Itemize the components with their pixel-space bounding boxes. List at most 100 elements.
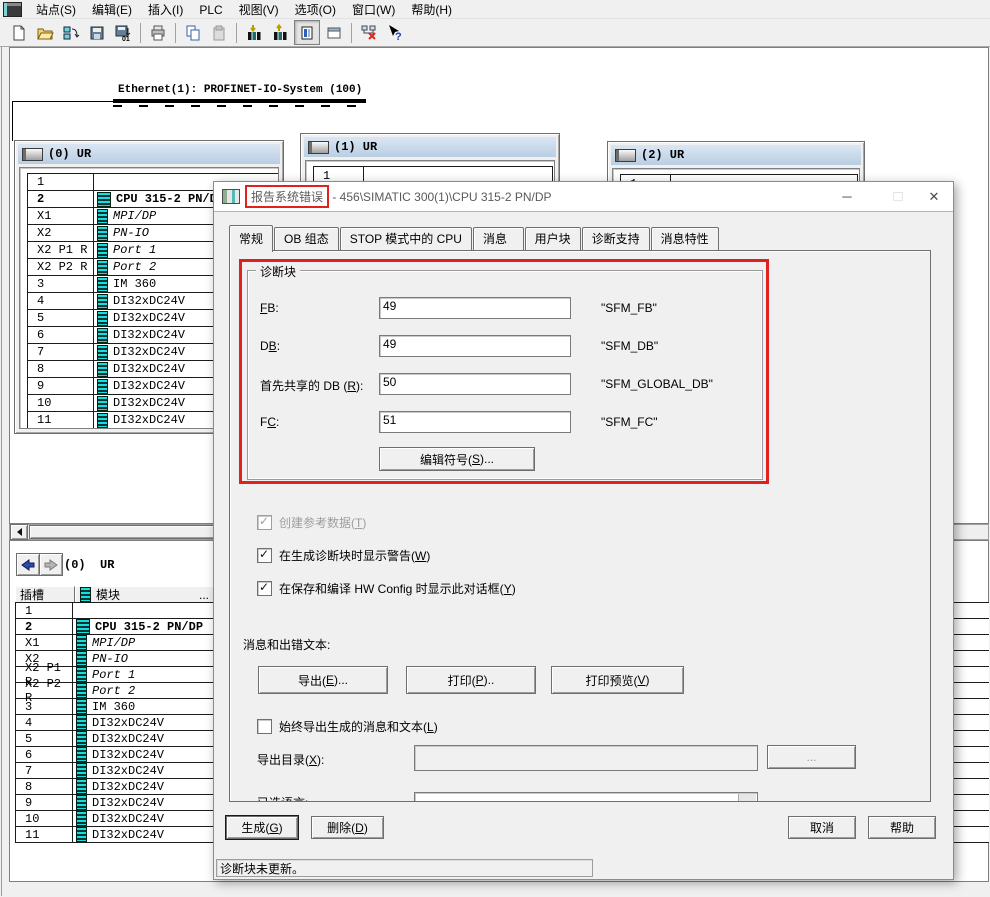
rack0-title: (0) UR (48, 147, 91, 161)
menu-item[interactable]: 选项(O) (287, 0, 344, 18)
module-icon (97, 260, 108, 275)
help-icon[interactable]: ? (383, 21, 407, 44)
minimize-icon[interactable] (827, 182, 867, 211)
diag-field-input[interactable]: 49 (379, 297, 571, 319)
edit-symbols-button[interactable]: 编辑符号(S)... (379, 447, 535, 471)
save-icon[interactable] (85, 21, 109, 44)
toolbar-separator (140, 23, 141, 43)
module-icon (76, 683, 87, 698)
module-icon (97, 379, 108, 394)
dialog-title: - 456\SIMATIC 300(1)\CPU 315-2 PN/DP (329, 190, 552, 204)
dialog-checkbox[interactable]: 在保存和编译 HW Config 时显示此对话框(Y) (257, 572, 516, 605)
dialog-tab[interactable]: STOP 模式中的 CPU (340, 227, 472, 250)
open-icon[interactable] (33, 21, 57, 44)
module-column-header[interactable]: 模块 ... (75, 586, 214, 603)
network-icon[interactable] (357, 21, 381, 44)
menu-item[interactable]: 站点(S) (28, 0, 84, 18)
delete-button[interactable]: 删除(D) (311, 816, 384, 839)
menu-item[interactable]: PLC (191, 0, 230, 18)
save-station-icon[interactable] (59, 21, 83, 44)
diag-field-row: FC: 51 "SFM_FC" (260, 408, 780, 446)
dialog-checkbox[interactable]: 在生成诊断块时显示警告(W) (257, 539, 516, 572)
station-index-label: (0) (64, 558, 86, 572)
dialog-tab[interactable]: OB 组态 (274, 227, 339, 250)
diag-field-input[interactable]: 50 (379, 373, 571, 395)
new-icon[interactable] (7, 21, 31, 44)
profinet-bus-line[interactable] (113, 99, 366, 103)
hw-config-window: 站点(S)编辑(E)插入(I)PLC视图(V)选项(O)窗口(W)帮助(H) 0… (0, 0, 990, 897)
module-icon (97, 294, 108, 309)
module-icon (97, 209, 108, 224)
module-icon (97, 362, 108, 377)
module-icon (76, 795, 87, 810)
save-compile-icon[interactable]: 01 (111, 21, 135, 44)
dialog-titlebar[interactable]: 报告系统错误 - 456\SIMATIC 300(1)\CPU 315-2 PN… (214, 182, 953, 212)
symbol-name: "SFM_GLOBAL_DB" (601, 377, 713, 391)
module-icon (97, 311, 108, 326)
generate-button[interactable]: 生成(G) (226, 816, 298, 839)
symbol-name: "SFM_FB" (601, 301, 657, 315)
print-preview-button[interactable]: 打印预览(V) (551, 666, 684, 694)
nav-forward-button[interactable] (39, 553, 63, 576)
dialog-tab[interactable]: 消息特性 (651, 227, 719, 250)
module-icon (97, 396, 108, 411)
menu-item[interactable]: 帮助(H) (403, 0, 460, 18)
always-export-checkbox[interactable]: 始终导出生成的消息和文本(L) (257, 718, 438, 735)
profinet-bus-label[interactable]: Ethernet(1): PROFINET-IO-System (100) (118, 84, 362, 96)
diag-field-input[interactable]: 49 (379, 335, 571, 357)
module-icon (76, 635, 87, 650)
close-icon[interactable] (914, 182, 954, 211)
clipped-language-label: 已选语言: (257, 794, 308, 802)
nav-back-button[interactable] (16, 553, 40, 576)
module-icon (76, 715, 87, 730)
general-tab-page: 诊断块 FB: 49 "SFM_FB" DB: 49 "SFM_DB" (229, 250, 931, 802)
messages-section-label: 消息和出错文本: (243, 636, 330, 653)
export-button[interactable]: 导出(E)... (258, 666, 388, 694)
config-table-icon[interactable] (322, 21, 346, 44)
browse-button[interactable]: ... (767, 745, 856, 769)
menu-item[interactable]: 插入(I) (140, 0, 191, 18)
menu-item[interactable]: 窗口(W) (344, 0, 403, 18)
dialog-tab[interactable]: 用户块 (525, 227, 581, 250)
menu-item[interactable]: 视图(V) (231, 0, 287, 18)
download-icon[interactable] (242, 21, 266, 44)
dialog-icon (222, 189, 240, 204)
catalog-icon[interactable] (294, 20, 320, 45)
client-edge (1, 47, 2, 896)
slot-column-header[interactable]: 插槽 (15, 586, 75, 603)
svg-text:01: 01 (122, 36, 130, 42)
language-combo[interactable] (414, 792, 758, 802)
module-icon (76, 667, 87, 682)
module-icon (97, 413, 108, 428)
copy-icon[interactable] (181, 21, 205, 44)
module-icon (97, 226, 108, 241)
export-dir-input[interactable] (414, 745, 758, 771)
module-icon (76, 827, 87, 842)
rack1-titlebar[interactable]: (1) UR (304, 137, 556, 157)
dialog-tab[interactable]: 诊断支持 (582, 227, 650, 250)
diag-field-input[interactable]: 51 (379, 411, 571, 433)
dialog-tab[interactable]: 常规 (229, 225, 273, 252)
scroll-left-arrow-icon (13, 528, 22, 536)
more-columns-label: ... (199, 588, 209, 602)
cancel-button[interactable]: 取消 (788, 816, 856, 839)
dialog-checkbox[interactable]: 创建参考数据(T) (257, 506, 516, 539)
upload-icon[interactable] (268, 21, 292, 44)
print-icon[interactable] (146, 21, 170, 44)
module-icon (76, 763, 87, 778)
paste-icon (207, 21, 231, 44)
print-button[interactable]: 打印(P).. (406, 666, 536, 694)
scroll-left-button[interactable] (10, 524, 28, 540)
rack-icon (308, 141, 329, 154)
module-icon (76, 747, 87, 762)
rack0-titlebar[interactable]: (0) UR (18, 144, 280, 164)
toolbar-separator (351, 23, 352, 43)
dialog-status-bar: 诊断块未更新。 (216, 859, 593, 877)
rack2-titlebar[interactable]: (2) UR (611, 145, 861, 165)
dialog-tab[interactable]: 消息 (473, 227, 524, 250)
combo-dropdown-icon[interactable] (738, 794, 756, 802)
menu-item[interactable]: 编辑(E) (84, 0, 140, 18)
scrollbar-thumb[interactable] (29, 525, 219, 539)
app-icon[interactable] (3, 2, 22, 17)
help-button[interactable]: 帮助 (868, 816, 936, 839)
